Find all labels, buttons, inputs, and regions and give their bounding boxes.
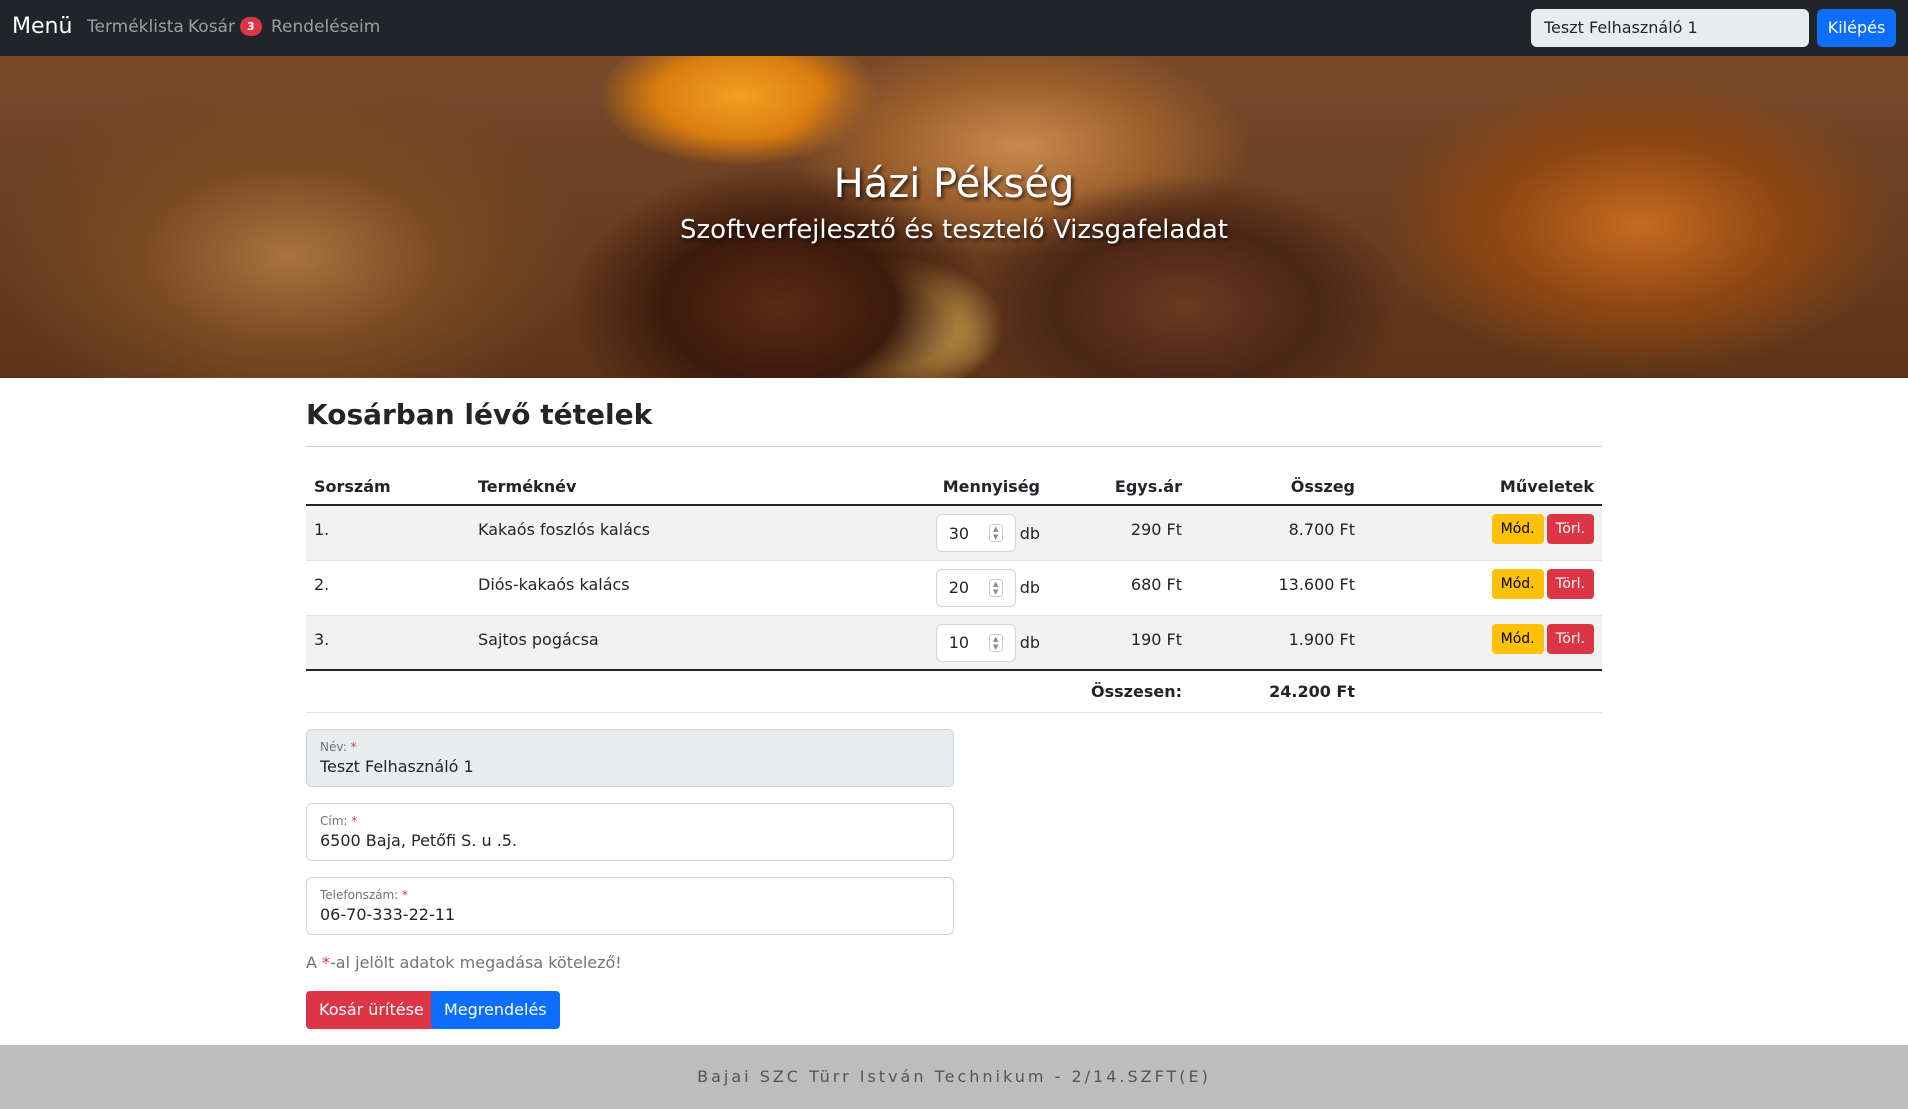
quantity-unit: db xyxy=(1019,578,1040,597)
column-header-termeknev: Terméknév xyxy=(470,468,790,506)
spinner-arrows-icon[interactable]: ▲ ▼ xyxy=(988,578,1003,597)
column-header-muveletek: Műveletek xyxy=(1363,468,1602,506)
column-header-sorszam: Sorszám xyxy=(306,468,470,506)
quantity-value: 20 xyxy=(948,578,970,597)
modify-button[interactable]: Mód. xyxy=(1491,514,1544,544)
quantity-stepper[interactable]: 10 ▲ ▼ xyxy=(935,623,1016,662)
table-row: 2. Diós-kakaós kalács 20 ▲ ▼ db 680 Ft 13… xyxy=(306,560,1602,616)
phone-field-value: 06-70-333-22-11 xyxy=(320,905,456,924)
row-sum: 1.900 Ft xyxy=(1190,615,1363,671)
row-sum: 8.700 Ft xyxy=(1190,505,1363,561)
phone-field-label: Telefonszám: * xyxy=(320,888,409,902)
row-index: 1. xyxy=(306,505,470,561)
column-header-egysegar: Egys.ár xyxy=(1048,468,1190,506)
quantity-stepper[interactable]: 20 ▲ ▼ xyxy=(935,568,1016,607)
quantity-unit: db xyxy=(1019,523,1040,543)
table-row: 3. Sajtos pogácsa 10 ▲ ▼ db 190 Ft 1.900 … xyxy=(306,615,1602,671)
row-actions: Mód. Törl. xyxy=(1363,505,1602,561)
current-user-field: Teszt Felhasználó 1 xyxy=(1531,9,1809,47)
quantity-unit: db xyxy=(1019,633,1040,652)
row-product-name: Sajtos pogácsa xyxy=(470,615,790,671)
spinner-arrows-icon[interactable]: ▲ ▼ xyxy=(988,633,1003,652)
row-index: 3. xyxy=(306,615,470,671)
hero-banner: Házi Pékség Szoftverfejlesztő és tesztel… xyxy=(0,56,1908,378)
top-navbar: Menü Terméklista Kosár 3 Rendeléseim Tesz… xyxy=(0,0,1908,56)
nav-link-termeklista[interactable]: Terméklista xyxy=(87,17,184,37)
quantity-stepper[interactable]: 30 ▲ ▼ xyxy=(935,514,1016,552)
spinner-arrows-icon[interactable]: ▲ ▼ xyxy=(988,524,1003,542)
row-sum: 13.600 Ft xyxy=(1190,560,1363,616)
delete-button[interactable]: Törl. xyxy=(1546,623,1594,654)
nav-link-rendeleseim[interactable]: Rendeléseim xyxy=(271,17,380,37)
quantity-value: 30 xyxy=(948,523,970,543)
place-order-button[interactable]: Megrendelés xyxy=(431,991,560,1029)
required-marker: * xyxy=(350,740,357,754)
total-value: 24.200 Ft xyxy=(1190,670,1363,713)
name-field-label: Név: * xyxy=(320,740,357,754)
nav-link-kosar-label: Kosár xyxy=(188,17,235,37)
navbar-brand[interactable]: Menü xyxy=(12,14,72,39)
row-index: 2. xyxy=(306,560,470,616)
row-quantity: 30 ▲ ▼ db xyxy=(790,505,1048,561)
required-marker: * xyxy=(402,888,409,902)
quantity-value: 10 xyxy=(948,633,970,652)
row-unit-price: 680 Ft xyxy=(1048,560,1190,616)
empty-cart-button[interactable]: Kosár ürítése xyxy=(306,991,437,1029)
logout-button[interactable]: Kilépés xyxy=(1817,9,1896,47)
delete-button[interactable]: Törl. xyxy=(1546,514,1594,544)
modify-button[interactable]: Mód. xyxy=(1491,623,1544,654)
name-field-value: Teszt Felhasználó 1 xyxy=(320,757,474,776)
address-field[interactable]: Cím: * 6500 Baja, Petőfi S. u .5. xyxy=(306,803,954,861)
row-quantity: 20 ▲ ▼ db xyxy=(790,560,1048,616)
row-quantity: 10 ▲ ▼ db xyxy=(790,615,1048,671)
address-field-value: 6500 Baja, Petőfi S. u .5. xyxy=(320,831,518,850)
table-header-row: Sorszám Terméknév Mennyiség Egys.ár Össz… xyxy=(306,468,1602,506)
table-row: 1. Kakaós foszlós kalács 30 ▲ ▼ db 290 Ft… xyxy=(306,505,1602,561)
row-actions: Mód. Törl. xyxy=(1363,560,1602,616)
page-title: Kosárban lévő tételek xyxy=(306,398,653,431)
row-unit-price: 290 Ft xyxy=(1048,505,1190,561)
row-product-name: Kakaós foszlós kalács xyxy=(470,505,790,561)
cart-table: Sorszám Terméknév Mennyiség Egys.ár Össz… xyxy=(306,468,1602,713)
row-actions: Mód. Törl. xyxy=(1363,615,1602,671)
hero-title: Házi Pékség xyxy=(833,161,1075,207)
row-unit-price: 190 Ft xyxy=(1048,615,1190,671)
column-header-mennyiseg: Mennyiség xyxy=(790,468,1048,506)
total-row: Összesen: 24.200 Ft xyxy=(306,670,1602,713)
row-product-name: Diós-kakaós kalács xyxy=(470,560,790,616)
nav-link-kosar[interactable]: Kosár 3 xyxy=(188,17,262,37)
modify-button[interactable]: Mód. xyxy=(1491,568,1544,599)
title-divider xyxy=(306,446,1602,447)
column-header-osszeg: Összeg xyxy=(1190,468,1363,506)
total-label: Összesen: xyxy=(1048,670,1190,713)
phone-field[interactable]: Telefonszám: * 06-70-333-22-11 xyxy=(306,877,954,935)
required-note: A *-al jelölt adatok megadása kötelező! xyxy=(306,953,622,972)
name-field[interactable]: Név: * Teszt Felhasználó 1 xyxy=(306,729,954,787)
address-field-label: Cím: * xyxy=(320,814,358,828)
page-footer: Bajai SZC Türr István Technikum - 2/14.S… xyxy=(0,1045,1908,1109)
cart-count-badge: 3 xyxy=(239,17,262,36)
required-marker: * xyxy=(351,814,358,828)
hero-subtitle: Szoftverfejlesztő és tesztelő Vizsgafela… xyxy=(680,215,1228,245)
delete-button[interactable]: Törl. xyxy=(1546,568,1594,599)
